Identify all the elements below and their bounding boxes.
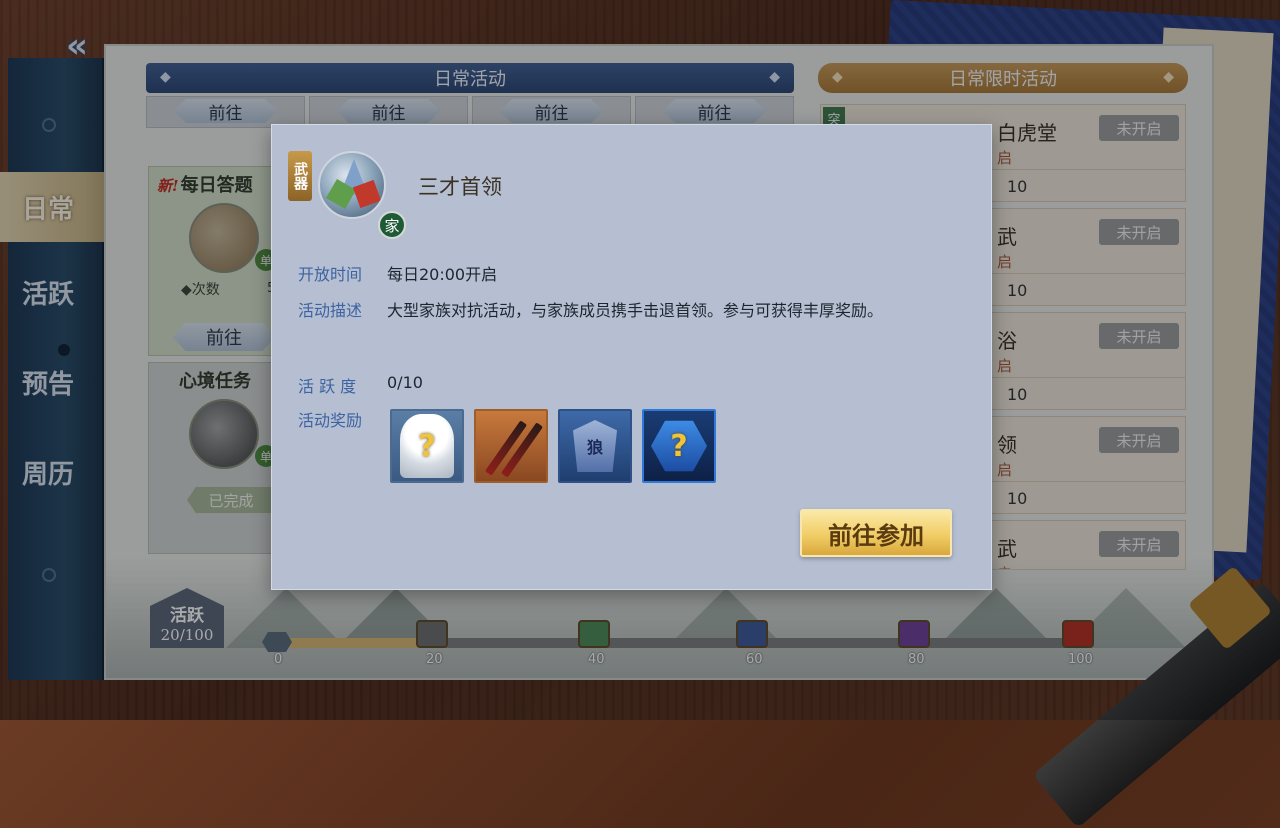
family-badge: 家	[378, 211, 406, 239]
activity-detail-modal: 武器 家 三才首领 开放时间 每日20:00开启 活动描述 大型家族对抗活动，与…	[271, 124, 992, 590]
activity-points-label: 活 跃 度	[298, 377, 357, 396]
question-mark-icon: ?	[670, 428, 688, 464]
boss-emblem-icon	[318, 151, 386, 219]
join-activity-button[interactable]: 前往参加	[800, 509, 952, 557]
reward-list: ? 狼 ?	[390, 409, 716, 483]
open-time-value: 每日20:00开启	[387, 265, 498, 284]
reward-item[interactable]	[474, 409, 548, 483]
question-mark-icon: ?	[418, 428, 436, 464]
description-value: 大型家族对抗活动，与家族成员携手击退首领。参与可获得丰厚奖励。	[387, 301, 884, 320]
mystery-hex-icon: ?	[651, 420, 707, 472]
reward-item[interactable]: ?	[642, 409, 716, 483]
weapon-tag: 武器	[288, 151, 312, 201]
activity-points-value: 0/10	[387, 373, 423, 392]
open-time-label: 开放时间	[298, 265, 363, 284]
modal-title: 三才首领	[418, 175, 502, 199]
description-label: 活动描述	[298, 301, 363, 320]
wolf-charm-icon: 狼	[573, 420, 617, 472]
charm-text: 狼	[586, 438, 603, 457]
reward-label: 活动奖励	[298, 411, 363, 430]
reward-item[interactable]: 狼	[558, 409, 632, 483]
reward-item[interactable]: ?	[390, 409, 464, 483]
